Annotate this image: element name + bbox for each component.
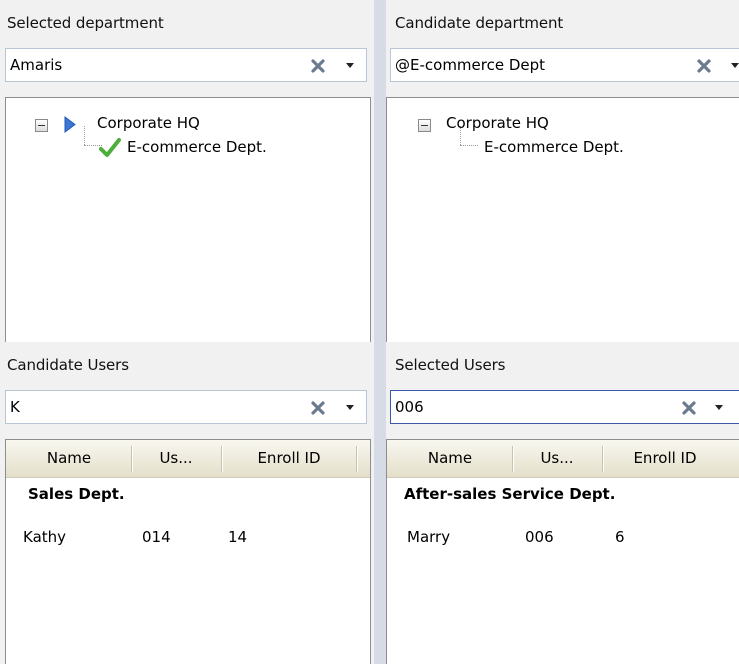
column-header-name[interactable]: Name xyxy=(10,440,128,477)
minus-box-icon[interactable] xyxy=(418,119,431,132)
column-separator[interactable] xyxy=(356,446,357,472)
column-header-row: Name Us... Enroll ID xyxy=(6,440,370,478)
column-header-name[interactable]: Name xyxy=(391,440,509,477)
chevron-down-icon[interactable] xyxy=(340,53,360,79)
cell-name: Marry xyxy=(407,528,451,546)
cell-user-id: 014 xyxy=(142,528,171,546)
table-row[interactable]: Marry 006 6 xyxy=(387,528,739,552)
column-header-user-id[interactable]: Us... xyxy=(134,440,218,477)
chevron-down-icon[interactable] xyxy=(725,53,739,79)
column-header-enroll-id[interactable]: Enroll ID xyxy=(224,440,354,477)
cell-user-id: 006 xyxy=(525,528,554,546)
group-header: Sales Dept. xyxy=(28,485,125,503)
cell-enroll-id: 6 xyxy=(615,528,625,546)
table-row[interactable]: Kathy 014 14 xyxy=(6,528,370,552)
column-separator[interactable] xyxy=(221,446,222,472)
candidate-users-list: Name Us... Enroll ID Sales Dept. Kathy 0… xyxy=(5,439,371,664)
cell-enroll-id: 14 xyxy=(228,528,248,546)
cell-name: Kathy xyxy=(23,528,67,546)
chevron-down-icon[interactable] xyxy=(709,395,729,421)
selected-users-search[interactable]: 006 xyxy=(390,390,739,424)
candidate-users-panel: Candidate Users K Name Us... Enroll ID S… xyxy=(0,342,374,664)
candidate-users-search[interactable]: K xyxy=(5,390,367,424)
candidate-department-tree: Corporate HQ E-commerce Dept. xyxy=(386,97,739,342)
selected-users-panel: Selected Users 006 Name Us... Enroll ID … xyxy=(386,342,739,664)
chevron-down-icon[interactable] xyxy=(340,395,360,421)
candidate-department-panel: Candidate department @E-commerce Dept Co… xyxy=(386,0,739,342)
close-x-icon[interactable] xyxy=(676,395,702,421)
selected-users-list: Name Us... Enroll ID After-sales Service… xyxy=(386,439,739,664)
selected-department-panel: Selected department Amaris Corporate HQ … xyxy=(0,0,374,342)
column-separator[interactable] xyxy=(602,446,603,472)
search-input[interactable]: 006 xyxy=(395,391,424,423)
search-input[interactable]: K xyxy=(10,391,20,423)
selected-department-search[interactable]: Amaris xyxy=(5,48,367,82)
tree-node-root[interactable]: Corporate HQ xyxy=(446,114,549,132)
column-header-user-id[interactable]: Us... xyxy=(515,440,599,477)
triangle-right-icon xyxy=(64,116,76,137)
close-x-icon[interactable] xyxy=(305,53,331,79)
tree-node-child[interactable]: E-commerce Dept. xyxy=(484,138,624,156)
candidate-department-search[interactable]: @E-commerce Dept xyxy=(390,48,739,82)
close-x-icon[interactable] xyxy=(691,53,717,79)
panel-title: Selected department xyxy=(7,14,164,32)
close-x-icon[interactable] xyxy=(305,395,331,421)
column-separator[interactable] xyxy=(512,446,513,472)
panel-title: Candidate Users xyxy=(7,356,129,374)
check-icon xyxy=(99,138,121,162)
tree-node-root[interactable]: Corporate HQ xyxy=(97,114,200,132)
panel-title: Candidate department xyxy=(395,14,564,32)
panel-title: Selected Users xyxy=(395,356,506,374)
column-separator[interactable] xyxy=(131,446,132,472)
tree-connector xyxy=(84,126,86,145)
tree-connector xyxy=(460,145,478,147)
column-header-enroll-id[interactable]: Enroll ID xyxy=(605,440,725,477)
minus-box-icon[interactable] xyxy=(35,119,48,132)
search-input[interactable]: @E-commerce Dept xyxy=(395,49,545,81)
tree-node-child[interactable]: E-commerce Dept. xyxy=(127,138,267,156)
search-input[interactable]: Amaris xyxy=(10,49,62,81)
column-header-row: Name Us... Enroll ID xyxy=(387,440,739,478)
group-header: After-sales Service Dept. xyxy=(404,485,616,503)
selected-department-tree: Corporate HQ E-commerce Dept. xyxy=(5,97,371,342)
